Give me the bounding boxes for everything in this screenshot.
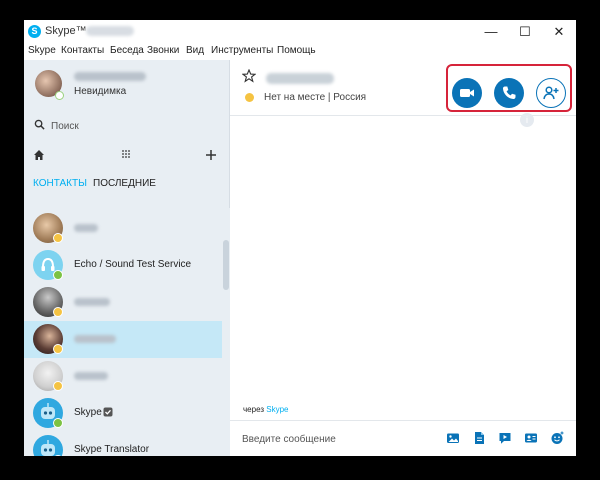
tab-contacts[interactable]: КОНТАКТЫ: [33, 178, 87, 189]
chat-header: Нет на месте | Россия: [230, 60, 576, 116]
list-item[interactable]: [24, 210, 222, 247]
info-hint-icon[interactable]: i: [520, 113, 534, 127]
contact-name: Skype: [74, 407, 102, 418]
contact-list-scrollbar[interactable]: [222, 208, 230, 456]
skype-window: S Skype™ — ☐ ✕ Skype Контакты Беседа Зво…: [24, 20, 576, 456]
send-image-icon[interactable]: [446, 431, 460, 445]
profile-panel[interactable]: Невидимка: [24, 60, 230, 110]
via-prefix: через: [243, 405, 265, 414]
list-item[interactable]: [24, 284, 222, 321]
tab-recent[interactable]: ПОСЛЕДНИЕ: [93, 178, 156, 189]
away-status-icon: [53, 381, 63, 391]
away-status-icon: [53, 307, 63, 317]
title-account-name-redacted: [86, 26, 134, 36]
list-item[interactable]: [24, 358, 222, 395]
message-bar: [230, 420, 576, 456]
contact-name-redacted: [74, 224, 98, 232]
away-status-icon: [245, 93, 254, 102]
video-camera-icon: [460, 89, 474, 97]
menu-view[interactable]: Вид: [186, 45, 204, 56]
contact-name: Skype Translator: [74, 444, 150, 455]
menu-calls[interactable]: Звонки: [147, 45, 179, 56]
maximize-button[interactable]: ☐: [508, 20, 542, 43]
add-person-icon: [542, 85, 558, 99]
plus-icon[interactable]: [205, 149, 217, 161]
contact-name-redacted: [74, 372, 108, 380]
via-label: через Skype: [243, 405, 288, 414]
video-call-button[interactable]: [452, 78, 482, 108]
scrollbar-thumb[interactable]: [223, 240, 229, 290]
search-bar[interactable]: [24, 115, 230, 137]
contact-list: Echo / Sound Test Service Skype Skype Tr…: [24, 208, 222, 456]
window-title: Skype™: [45, 25, 87, 37]
skype-bot-icon: [33, 435, 63, 456]
home-icon[interactable]: [33, 149, 45, 161]
chat-panel: Нет на месте | Россия i через Skype Введ…: [230, 60, 576, 456]
sidebar-toolbar: [24, 146, 230, 164]
chat-contact-name-redacted: [266, 73, 334, 84]
menu-bar: Skype Контакты Беседа Звонки Вид Инструм…: [24, 43, 576, 60]
message-input[interactable]: [242, 431, 422, 447]
contact-name: Echo / Sound Test Service: [74, 259, 192, 270]
via-service-link[interactable]: Skype: [266, 405, 288, 414]
emoticon-icon[interactable]: [550, 431, 564, 445]
dialpad-icon[interactable]: [121, 149, 131, 159]
add-contact-button[interactable]: [536, 78, 566, 108]
profile-status[interactable]: Невидимка: [74, 86, 126, 97]
call-buttons-highlight: [446, 64, 572, 112]
search-input[interactable]: [51, 118, 211, 134]
chat-contact-status: Нет на месте | Россия: [264, 92, 367, 103]
list-item[interactable]: Skype Translator: [24, 432, 222, 456]
audio-call-button[interactable]: [494, 78, 524, 108]
invisible-status-icon: [55, 91, 64, 100]
list-item[interactable]: [24, 321, 222, 358]
phone-icon: [502, 86, 516, 100]
contact-name-redacted: [74, 335, 116, 343]
away-status-icon: [53, 344, 63, 354]
online-status-icon: [53, 418, 63, 428]
video-message-icon[interactable]: [498, 431, 512, 445]
title-bar: S Skype™ — ☐ ✕: [24, 20, 576, 43]
menu-help[interactable]: Помощь: [277, 45, 316, 56]
send-contacts-icon[interactable]: [524, 431, 538, 445]
list-item[interactable]: Echo / Sound Test Service: [24, 247, 222, 284]
close-button[interactable]: ✕: [542, 20, 576, 43]
online-status-icon: [53, 270, 63, 280]
menu-tools[interactable]: Инструменты: [211, 45, 273, 56]
search-icon: [34, 119, 45, 130]
verified-icon: [103, 407, 113, 417]
list-item[interactable]: Skype: [24, 395, 222, 432]
away-status-icon: [53, 233, 63, 243]
skype-logo-icon: S: [28, 25, 41, 38]
menu-skype[interactable]: Skype: [28, 45, 56, 56]
send-file-icon[interactable]: [472, 431, 486, 445]
menu-conversation[interactable]: Беседа: [110, 45, 144, 56]
profile-name-redacted: [74, 72, 146, 81]
star-icon[interactable]: [242, 69, 256, 83]
contact-name-redacted: [74, 298, 110, 306]
minimize-button[interactable]: —: [474, 20, 508, 43]
menu-contacts[interactable]: Контакты: [61, 45, 104, 56]
sidebar: Невидимка КОНТАКТЫ ПОСЛЕДНИЕ: [24, 60, 230, 456]
